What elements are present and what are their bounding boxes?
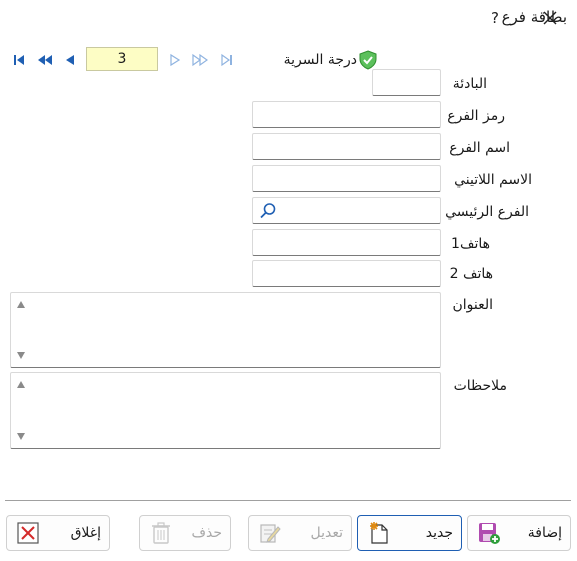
phone2-label: هاتف 2 <box>449 266 493 282</box>
edit-icon <box>257 520 283 546</box>
trash-icon <box>148 520 174 546</box>
notes-scrollbar[interactable] <box>11 373 31 448</box>
backward-icon <box>66 55 74 65</box>
previous-page-button[interactable] <box>34 50 56 70</box>
last-icon <box>221 53 232 67</box>
save-add-icon <box>476 520 502 546</box>
edit-button: تعديل <box>248 515 352 551</box>
first-icon <box>14 55 24 65</box>
close-window-button[interactable] <box>535 3 565 33</box>
main-branch-label: الفرع الرئيسي <box>445 204 529 220</box>
branch-code-label: رمز الفرع <box>447 108 505 124</box>
latin-name-label: الاسم اللاتيني <box>454 172 532 188</box>
previous-record-button[interactable] <box>59 50 81 70</box>
new-document-icon <box>366 520 392 546</box>
new-button-label: جديد <box>425 525 453 541</box>
branch-code-field[interactable] <box>252 101 441 128</box>
help-button[interactable]: ? <box>480 3 510 33</box>
close-button[interactable]: إغلاق <box>6 515 110 551</box>
address-textarea[interactable] <box>10 292 441 368</box>
last-record-button <box>216 50 238 70</box>
delete-button: حذف <box>139 515 231 551</box>
phone1-label: هاتف1 <box>451 236 490 252</box>
record-number-field[interactable]: 3 <box>86 47 158 71</box>
address-label: العنوان <box>452 297 493 313</box>
scroll-down-icon[interactable] <box>17 433 25 440</box>
add-button-label: إضافة <box>527 525 562 541</box>
main-branch-field[interactable] <box>252 197 441 224</box>
close-x-icon <box>15 520 41 546</box>
notes-textarea[interactable] <box>10 372 441 449</box>
new-button[interactable]: جديد <box>357 515 462 551</box>
footer-separator <box>5 500 571 501</box>
close-icon <box>543 11 557 25</box>
security-grade-label: درجة السرية <box>283 52 357 68</box>
search-icon[interactable] <box>259 202 277 220</box>
forward-icon <box>170 53 181 67</box>
scroll-up-icon[interactable] <box>17 381 25 388</box>
next-record-button <box>164 50 186 70</box>
phone2-field[interactable] <box>252 260 441 287</box>
notes-label: ملاحظات <box>453 378 507 394</box>
delete-button-label: حذف <box>191 525 222 541</box>
latin-name-field[interactable] <box>252 165 441 192</box>
branch-name-field[interactable] <box>252 133 441 160</box>
scroll-down-icon[interactable] <box>17 352 25 359</box>
fast-forward-icon <box>192 53 208 67</box>
address-scrollbar[interactable] <box>11 293 31 367</box>
phone1-field[interactable] <box>252 229 441 256</box>
first-record-button[interactable] <box>8 50 30 70</box>
prefix-label: البادئة <box>452 76 487 92</box>
prefix-field[interactable] <box>372 69 441 96</box>
branch-name-label: اسم الفرع <box>449 140 510 156</box>
close-button-label: إغلاق <box>70 525 101 541</box>
scroll-up-icon[interactable] <box>17 301 25 308</box>
edit-button-label: تعديل <box>310 525 344 541</box>
add-button[interactable]: إضافة <box>467 515 571 551</box>
next-page-button <box>189 50 211 70</box>
security-shield-icon <box>358 50 380 70</box>
fast-backward-icon <box>38 55 52 65</box>
